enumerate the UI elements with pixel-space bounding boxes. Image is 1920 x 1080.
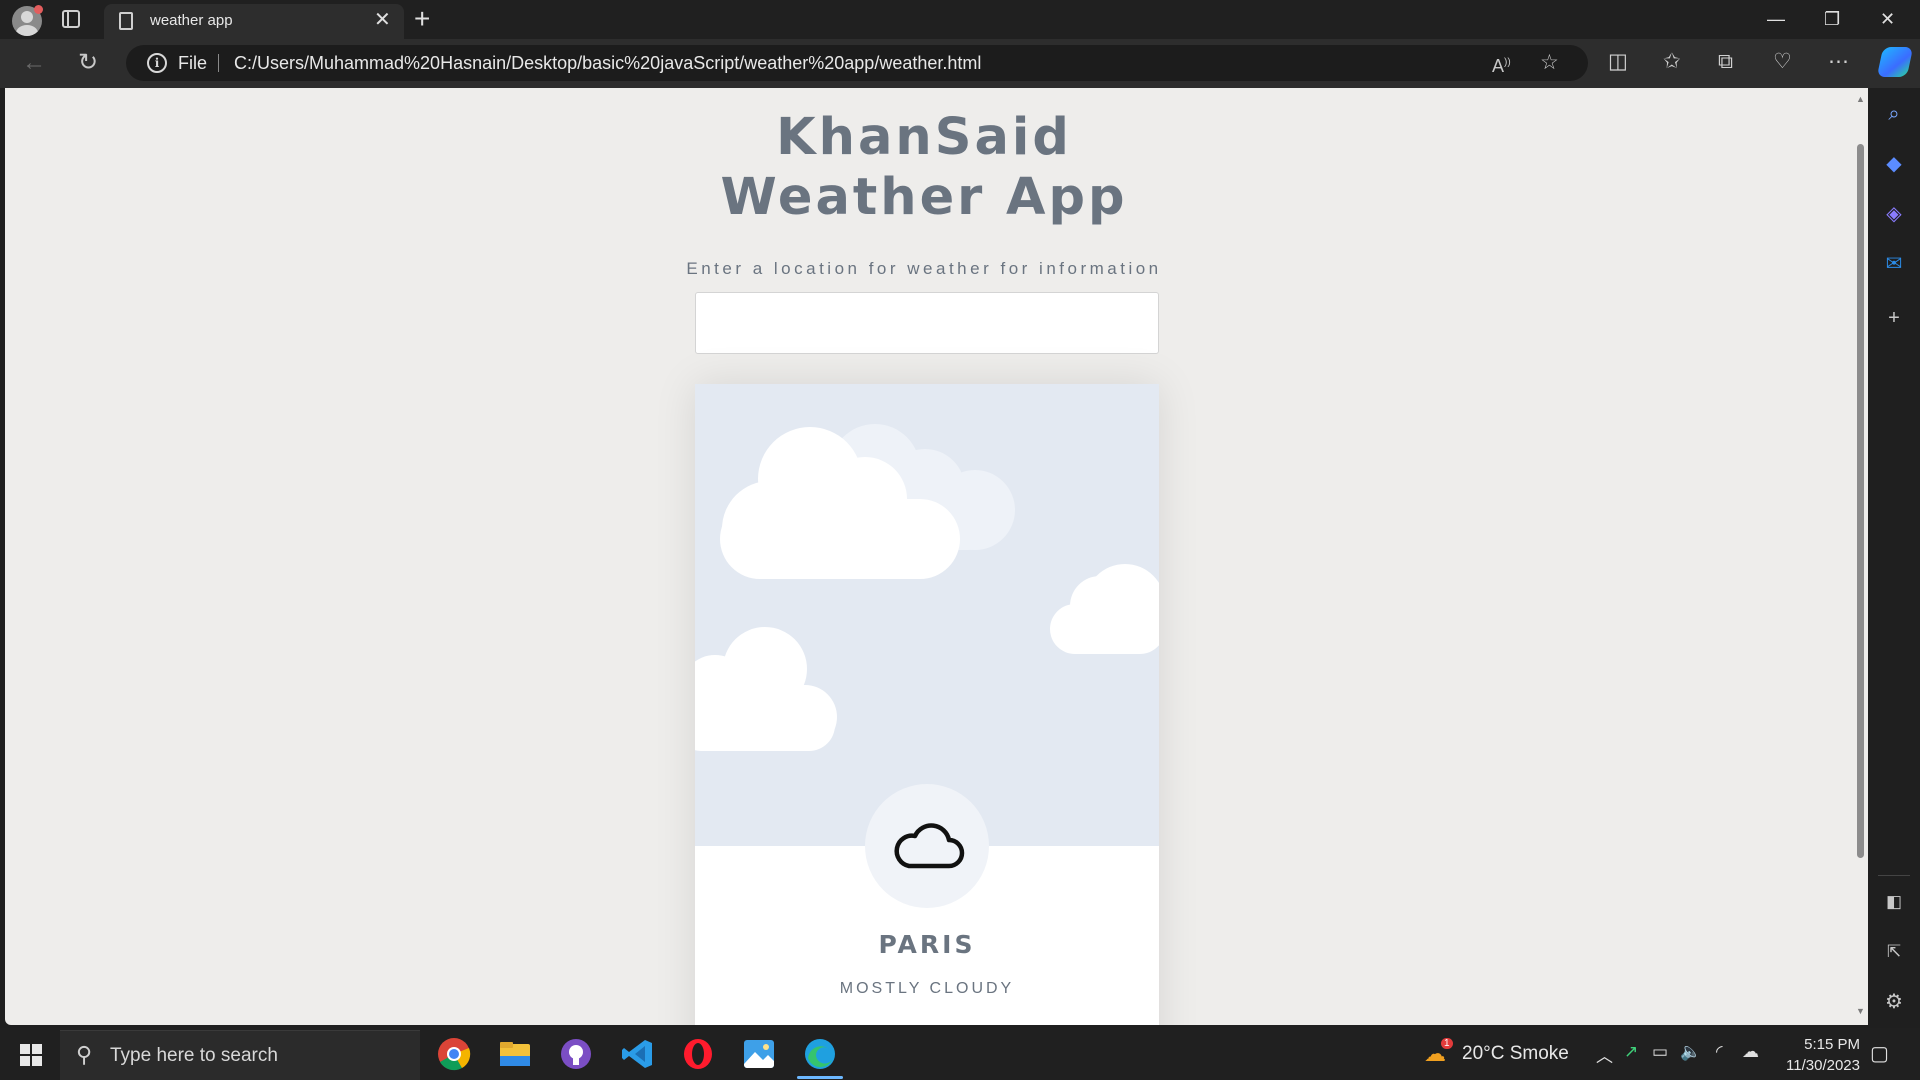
active-app-indicator (797, 1076, 843, 1079)
external-link-icon[interactable]: ⇱ (1880, 938, 1908, 966)
address-bar[interactable]: i File C:/Users/Muhammad%20Hasnain/Deskt… (126, 45, 1588, 81)
edge-icon[interactable] (802, 1036, 838, 1072)
app-title-line2: Weather App (720, 168, 1128, 227)
tab-actions-icon[interactable] (62, 10, 80, 28)
read-aloud-icon[interactable]: A)) (1492, 51, 1511, 78)
browser-essentials-icon[interactable]: ♡ (1773, 49, 1792, 75)
copilot-icon[interactable] (1876, 47, 1914, 77)
scroll-down-icon[interactable]: ▼ (1856, 1006, 1865, 1016)
cloud-illustration (720, 427, 960, 579)
scroll-thumb[interactable] (1857, 144, 1864, 858)
browser-toolbar: ← ↻ i File C:/Users/Muhammad%20Hasnain/D… (0, 39, 1920, 88)
network-icon[interactable]: ◜ (1716, 1042, 1723, 1062)
split-screen-icon[interactable]: ◫ (1608, 49, 1628, 75)
profile-notification-dot (34, 5, 43, 14)
scheme-label: File (178, 53, 208, 73)
scroll-up-icon[interactable]: ▲ (1856, 94, 1865, 104)
collections-icon[interactable]: ⧉ (1718, 49, 1733, 75)
windows-start-icon[interactable] (20, 1044, 42, 1066)
taskbar-search[interactable]: ⚲ Type here to search (60, 1030, 420, 1080)
page-scrollbar[interactable]: ▲ ▼ (1853, 88, 1868, 1025)
refresh-icon[interactable]: ↻ (78, 49, 98, 77)
cloud-illustration (1050, 564, 1159, 654)
opera-icon[interactable] (680, 1036, 716, 1072)
taskbar-search-placeholder: Type here to search (110, 1045, 278, 1066)
search-icon[interactable]: ⌕ (1880, 100, 1908, 128)
info-icon[interactable]: i (147, 53, 167, 73)
clock-date: 11/30/2023 (1786, 1057, 1860, 1074)
location-search-input[interactable] (695, 292, 1159, 354)
github-desktop-icon[interactable] (558, 1036, 594, 1072)
page-icon (119, 12, 133, 30)
hide-sidebar-icon[interactable]: ◧ (1880, 888, 1908, 916)
add-icon[interactable]: + (1880, 304, 1908, 332)
tab-close-icon[interactable]: ✕ (374, 8, 391, 32)
settings-gear-icon[interactable]: ⚙ (1880, 988, 1908, 1016)
favorite-star-icon[interactable]: ☆ (1540, 51, 1559, 75)
volume-icon[interactable]: 🔈 (1680, 1042, 1701, 1062)
edge-sidebar: ⌕ ◆ ◈ ✉ + ◧ ⇱ ⚙ (1868, 88, 1920, 1028)
notifications-icon[interactable]: ▢ (1870, 1041, 1889, 1066)
windows-taskbar: ⚲ Type here to search ☁ 1 20°C Smoke ︿ ↗ (0, 1028, 1920, 1080)
tab-title: weather app (150, 12, 233, 29)
page-viewport: KhanSaid Weather App Enter a location fo… (5, 88, 1868, 1025)
show-hidden-icons-chevron-icon[interactable]: ︿ (1596, 1042, 1613, 1067)
chrome-icon[interactable] (436, 1036, 472, 1072)
subtitle: Enter a location for weather for informa… (686, 259, 1162, 278)
photos-icon[interactable] (741, 1036, 777, 1072)
performance-icon[interactable]: ↗ (1624, 1042, 1638, 1062)
weather-tray-text[interactable]: 20°C Smoke (1462, 1043, 1569, 1065)
address-separator (218, 54, 219, 72)
weather-card: PARIS MOSTLY CLOUDY (695, 384, 1159, 1025)
back-arrow-icon[interactable]: ← (22, 49, 46, 77)
favorites-icon[interactable]: ✩ (1663, 49, 1681, 75)
restore-button[interactable]: ❐ (1824, 6, 1840, 32)
copilot-sidebar-icon[interactable]: ◈ (1880, 200, 1908, 228)
weather-alert-badge: 1 (1441, 1038, 1453, 1049)
minimize-button[interactable]: — (1767, 6, 1785, 32)
new-tab-button[interactable]: + (414, 3, 430, 35)
url-text[interactable]: C:/Users/Muhammad%20Hasnain/Desktop/basi… (234, 53, 981, 74)
clock[interactable]: 5:15 PM 11/30/2023 (1760, 1034, 1860, 1076)
outlook-icon[interactable]: ✉ (1880, 250, 1908, 278)
close-window-button[interactable]: ✕ (1880, 6, 1895, 32)
onedrive-icon[interactable]: ☁ (1742, 1042, 1759, 1062)
battery-icon[interactable]: ▭ (1652, 1042, 1668, 1062)
browser-tab-strip: weather app ✕ + — ❐ ✕ (0, 0, 1920, 39)
weather-icon-badge (865, 784, 989, 908)
more-options-icon[interactable]: ⋯ (1828, 49, 1849, 75)
clock-time: 5:15 PM (1804, 1036, 1860, 1053)
sidebar-divider (1878, 875, 1910, 876)
weather-condition: MOSTLY CLOUDY (839, 980, 1015, 997)
active-tab[interactable]: weather app ✕ (104, 4, 404, 39)
sky-panel (695, 384, 1159, 846)
city-name: PARIS (878, 930, 976, 959)
cloud-icon (894, 823, 965, 869)
cloud-illustration (695, 627, 837, 751)
shopping-tag-icon[interactable]: ◆ (1880, 150, 1908, 178)
app-title-line1: KhanSaid (776, 108, 1072, 167)
search-icon: ⚲ (76, 1042, 93, 1067)
file-explorer-icon[interactable] (497, 1036, 533, 1072)
vscode-icon[interactable] (619, 1036, 655, 1072)
